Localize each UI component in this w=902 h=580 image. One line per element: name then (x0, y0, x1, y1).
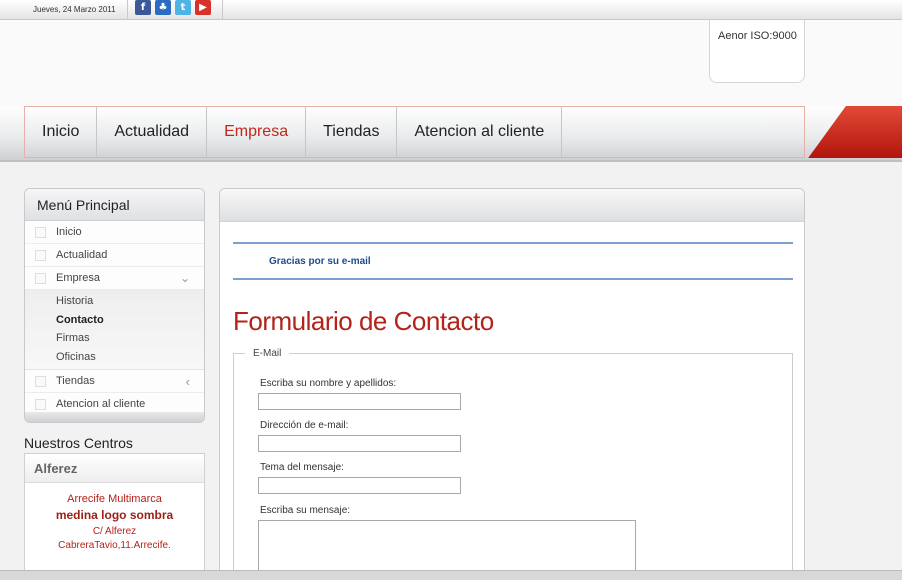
name-label: Escriba su nombre y apellidos: (260, 378, 397, 389)
bottom-scrollbar[interactable] (0, 570, 902, 580)
bullet-icon (35, 399, 46, 410)
centro-line-3: C/ Alferez (92, 526, 137, 537)
sidebar-item-actualidad[interactable]: Actualidad (25, 244, 204, 267)
email-label: Dirección de e-mail: (260, 420, 349, 431)
subject-input[interactable] (258, 477, 461, 494)
nav-item-tiendas[interactable]: Tiendas (306, 107, 398, 157)
content-header (220, 189, 804, 222)
nav-item-empresa[interactable]: Empresa (207, 107, 307, 157)
divider (222, 0, 223, 20)
submenu-item-historia[interactable]: Historia (25, 292, 204, 311)
centro-line-4: CabreraTavio,11.Arrecife. (58, 540, 171, 551)
sidebar-item-label: Atencion al cliente (56, 398, 146, 410)
nav-item-atencion-al-cliente[interactable]: Atencion al cliente (397, 107, 563, 157)
chevron-down-icon[interactable]: ⌄ (180, 267, 190, 290)
main-menu-footer (25, 412, 204, 422)
email-input[interactable] (258, 435, 461, 452)
main-menu: Menú Principal Inicio Actualidad Empresa ⌄ H… (24, 188, 205, 423)
chevron-left-icon[interactable]: ‹ (186, 370, 190, 393)
current-date: Jueves, 24 Marzo 2011 (24, 0, 128, 20)
twitter-icon[interactable]: t (175, 0, 191, 15)
centro-name: Alferez (25, 454, 204, 483)
centro-line-2[interactable]: medina logo sombra (25, 508, 204, 522)
submenu-item-oficinas[interactable]: Oficinas (25, 348, 204, 367)
sidebar-item-inicio[interactable]: Inicio (25, 221, 204, 244)
sidebar-item-label: Inicio (56, 226, 82, 238)
name-input[interactable] (258, 393, 461, 410)
message-label: Escriba su mensaje: (260, 505, 351, 516)
submenu-item-contacto[interactable]: Contacto (25, 311, 204, 330)
iso-badge: Aenor ISO:9000 (709, 20, 805, 83)
page-title: Formulario de Contacto (233, 306, 494, 336)
submenu-item-firmas[interactable]: Firmas (25, 329, 204, 348)
email-fieldset-legend: E-Mail (253, 348, 282, 359)
iso-text: Aenor ISO:9000 (718, 30, 797, 42)
sidebar-item-tiendas[interactable]: Tiendas ‹ (25, 370, 204, 393)
sidebar-item-label: Actualidad (56, 249, 108, 261)
sidebar-item-empresa[interactable]: Empresa ⌄ (25, 267, 204, 290)
subject-label: Tema del mensaje: (260, 462, 344, 473)
messenger-icon[interactable]: ♣ (155, 0, 171, 15)
bullet-icon (35, 273, 46, 284)
bullet-icon (35, 250, 46, 261)
nav-item-inicio[interactable]: Inicio (25, 107, 98, 157)
status-message: Gracias por su e-mail (233, 242, 793, 280)
sidebar-item-label: Tiendas (56, 375, 95, 387)
centros-title: Nuestros Centros (24, 435, 133, 451)
top-bar: Jueves, 24 Marzo 2011 f ♣ t ▶ (0, 0, 902, 20)
nav-item-actualidad[interactable]: Actualidad (97, 107, 208, 157)
email-fieldset: E-Mail Escriba su nombre y apellidos: Di… (233, 348, 793, 580)
sidebar-item-label: Empresa (56, 272, 101, 284)
centros-box: Alferez Arrecife Multimarca medina logo … (24, 453, 205, 580)
facebook-icon[interactable]: f (135, 0, 151, 15)
status-message-text: Gracias por su e-mail (269, 256, 371, 267)
submenu-empresa: Historia Contacto Firmas Oficinas (25, 290, 204, 370)
main-nav: Inicio Actualidad Empresa Tiendas Atencion a… (24, 106, 805, 158)
social-links: f ♣ t ▶ (135, 0, 211, 15)
centro-line-1[interactable]: Arrecife Multimarca (25, 493, 204, 505)
bullet-icon (35, 376, 46, 387)
content-panel: Gracias por su e-mail Formulario de Cont… (219, 188, 805, 580)
bullet-icon (35, 227, 46, 238)
youtube-icon[interactable]: ▶ (195, 0, 211, 15)
main-menu-title: Menú Principal (25, 189, 204, 221)
